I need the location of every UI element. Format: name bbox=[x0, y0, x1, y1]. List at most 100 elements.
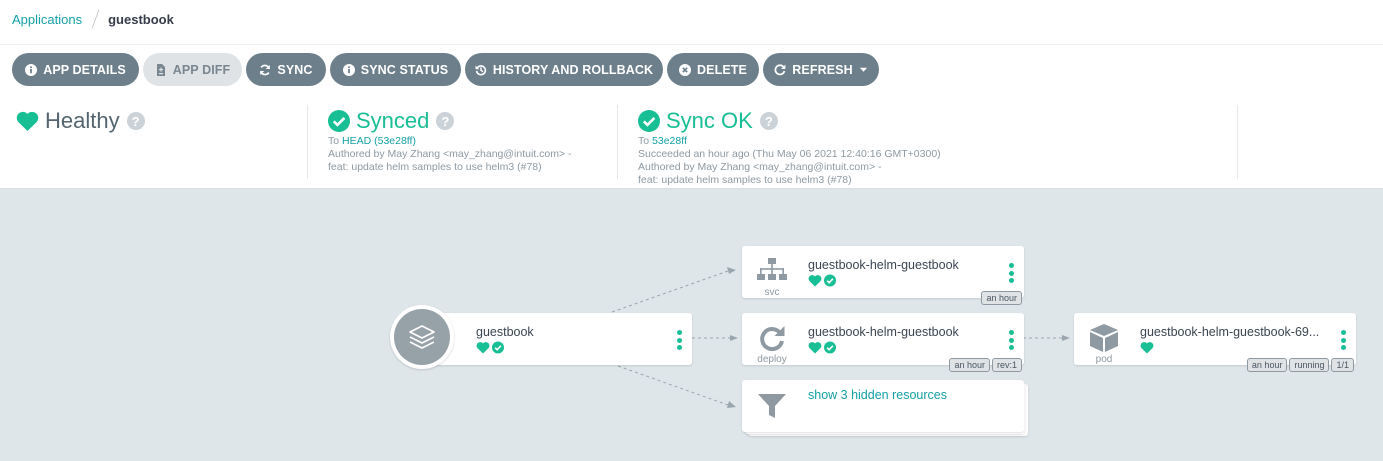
operation-target: To 53e28ff bbox=[638, 135, 941, 148]
app-node-status bbox=[476, 341, 505, 354]
svc-node-tags: an hour bbox=[981, 291, 1022, 305]
pod-node-status bbox=[1140, 341, 1154, 354]
file-diff-icon bbox=[156, 63, 165, 76]
history-rollback-label: HISTORY AND ROLLBACK bbox=[492, 62, 654, 77]
breadcrumb-applications-link[interactable]: Applications bbox=[12, 12, 82, 27]
svc-node-name: guestbook-helm-guestbook bbox=[808, 258, 959, 272]
pod-node-name: guestbook-helm-guestbook-69... bbox=[1140, 325, 1320, 339]
resource-tree: guestbook svc guestbook-helm-guestbook a… bbox=[0, 190, 1383, 461]
revision-tag: rev:1 bbox=[991, 358, 1022, 372]
pod-node-kind: pod bbox=[1095, 354, 1113, 365]
age-tag: an hour bbox=[1246, 358, 1288, 372]
age-tag: an hour bbox=[981, 291, 1022, 305]
breadcrumb: Applications guestbook bbox=[12, 9, 174, 29]
heart-icon bbox=[476, 342, 490, 354]
operation-author: Authored by May Zhang <may_zhang@intuit.… bbox=[638, 161, 882, 173]
svc-node-menu-icon[interactable] bbox=[1008, 263, 1014, 283]
sync-commit-message: feat: update helm samples to use helm3 (… bbox=[328, 161, 542, 173]
edge-app-svc bbox=[611, 270, 729, 313]
info-circle-icon bbox=[25, 63, 38, 76]
phase-tag: running bbox=[1289, 358, 1330, 372]
svc-node-status bbox=[808, 274, 837, 287]
health-help-icon[interactable]: ? bbox=[126, 112, 145, 130]
heart-icon bbox=[808, 342, 822, 354]
app-node[interactable]: guestbook bbox=[420, 313, 692, 365]
header-divider bbox=[0, 44, 1383, 45]
age-tag: an hour bbox=[949, 358, 990, 372]
sync-to-prefix: To bbox=[328, 135, 340, 147]
sync-help-icon[interactable]: ? bbox=[436, 112, 455, 130]
health-status: Healthy ? bbox=[16, 98, 145, 144]
heart-icon bbox=[808, 275, 822, 287]
caret-down-icon bbox=[859, 67, 867, 72]
refresh-button[interactable]: REFRESH bbox=[763, 53, 879, 86]
edge-arrowhead bbox=[727, 401, 736, 408]
heart-icon bbox=[16, 111, 39, 131]
panel-divider bbox=[617, 105, 618, 179]
status-panel: Healthy ? Synced ? To HEAD (53e28ff) Aut… bbox=[0, 98, 1383, 189]
sync-status-button[interactable]: SYNC STATUS bbox=[330, 53, 461, 86]
svc-node-kind: svc bbox=[764, 287, 780, 298]
heart-icon bbox=[1140, 342, 1154, 354]
app-icon-circle bbox=[390, 305, 454, 369]
app-diff-label: APP DIFF bbox=[172, 62, 231, 77]
edge-arrowhead bbox=[1062, 335, 1070, 341]
pod-node[interactable]: pod guestbook-helm-guestbook-69... an ho… bbox=[1074, 313, 1356, 372]
sync-revision-link[interactable]: HEAD (53e28ff) bbox=[342, 135, 416, 147]
app-diff-button[interactable]: APP DIFF bbox=[143, 53, 242, 86]
sync-icon bbox=[260, 64, 271, 75]
check-circle-icon bbox=[824, 341, 836, 354]
sync-author: Authored by May Zhang <may_zhang@intuit.… bbox=[328, 148, 572, 160]
refresh-label: REFRESH bbox=[792, 62, 853, 77]
deploy-node-status bbox=[808, 341, 837, 354]
redo-icon bbox=[774, 63, 786, 75]
operation-label: Sync OK bbox=[666, 108, 753, 133]
sync-label: SYNC bbox=[277, 62, 313, 77]
operation-revision-link[interactable]: 53e28ff bbox=[652, 135, 687, 147]
health-label: Healthy bbox=[45, 108, 120, 133]
info-circle-icon bbox=[342, 63, 355, 76]
app-details-button[interactable]: APP DETAILS bbox=[12, 53, 139, 86]
app-node-menu-icon[interactable] bbox=[676, 330, 682, 350]
hidden-resources-node[interactable]: show 3 hidden resources bbox=[742, 380, 1024, 432]
check-circle-icon bbox=[328, 110, 350, 132]
edge-app-hidden bbox=[617, 365, 729, 406]
check-circle-icon bbox=[638, 110, 660, 132]
pod-node-menu-icon[interactable] bbox=[1340, 330, 1346, 350]
show-hidden-resources-link[interactable]: show 3 hidden resources bbox=[808, 388, 947, 402]
times-circle-icon bbox=[679, 63, 692, 76]
ready-count-tag: 1/1 bbox=[1331, 358, 1354, 372]
edge-arrowhead bbox=[730, 335, 738, 341]
history-rollback-button[interactable]: HISTORY AND ROLLBACK bbox=[465, 53, 663, 86]
sync-status: Synced ? To HEAD (53e28ff) Authored by M… bbox=[328, 98, 572, 174]
check-circle-icon bbox=[824, 274, 836, 287]
history-icon bbox=[475, 64, 486, 75]
deploy-node-name: guestbook-helm-guestbook bbox=[808, 325, 959, 339]
app-node-name: guestbook bbox=[476, 325, 534, 339]
panel-divider bbox=[1237, 105, 1238, 179]
cube-icon bbox=[1090, 324, 1118, 352]
sync-status-label: SYNC STATUS bbox=[360, 62, 449, 77]
deploy-node-menu-icon[interactable] bbox=[1008, 330, 1014, 350]
operation-help-icon[interactable]: ? bbox=[759, 112, 778, 130]
breadcrumb-separator bbox=[91, 9, 100, 29]
operation-commit-message: feat: update helm samples to use helm3 (… bbox=[638, 174, 852, 186]
deploy-node[interactable]: deploy guestbook-helm-guestbook an hour … bbox=[742, 313, 1024, 372]
check-circle-icon bbox=[492, 341, 504, 354]
app-details-label: APP DETAILS bbox=[43, 62, 126, 77]
filter-icon bbox=[758, 394, 786, 418]
delete-button[interactable]: DELETE bbox=[667, 53, 759, 86]
sync-button[interactable]: SYNC bbox=[246, 53, 326, 86]
pod-node-tags: an hour running 1/1 bbox=[1246, 358, 1354, 372]
deploy-node-kind: deploy bbox=[757, 354, 787, 365]
svc-node[interactable]: svc guestbook-helm-guestbook an hour bbox=[742, 246, 1024, 305]
operation-result: Succeeded an hour ago (Thu May 06 2021 1… bbox=[638, 148, 941, 160]
breadcrumb-current: guestbook bbox=[108, 11, 174, 27]
deploy-node-tags: an hour rev:1 bbox=[949, 358, 1022, 372]
edge-arrowhead bbox=[727, 267, 736, 274]
toolbar: APP DETAILS APP DIFF SYNC SYNC STATUS HI… bbox=[12, 53, 883, 86]
rotate-icon bbox=[760, 326, 785, 352]
operation-status: Sync OK ? To 53e28ff Succeeded an hour a… bbox=[638, 98, 941, 187]
sync-target: To HEAD (53e28ff) bbox=[328, 135, 572, 148]
layers-icon bbox=[409, 325, 435, 349]
